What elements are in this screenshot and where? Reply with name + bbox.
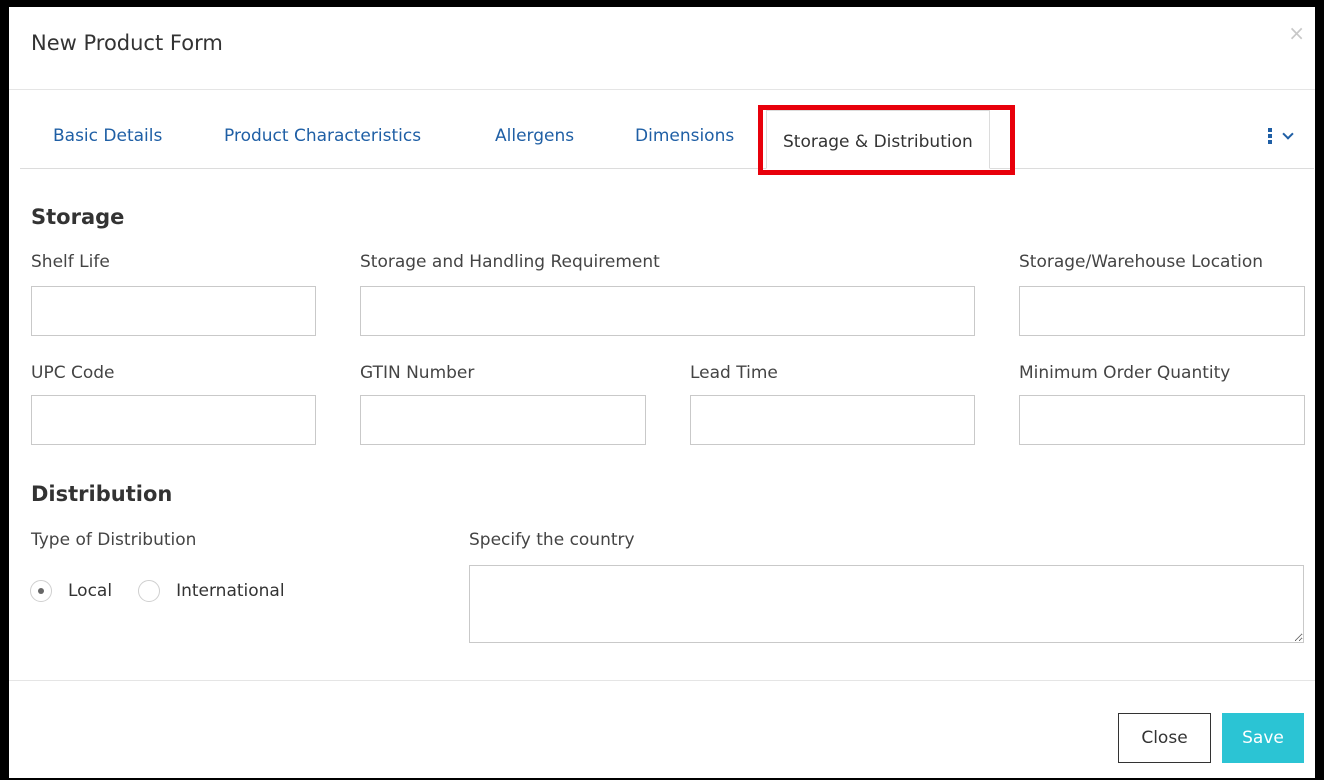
distribution-type-label: Type of Distribution <box>31 530 197 550</box>
warehouse-location-label: Storage/Warehouse Location <box>1019 252 1264 272</box>
dialog-title: New Product Form <box>31 31 223 55</box>
storage-section-title: Storage <box>31 205 125 229</box>
minimum-order-quantity-field[interactable] <box>1019 395 1305 445</box>
tab-basic-details[interactable]: Basic Details <box>53 106 162 168</box>
upc-code-field[interactable] <box>31 395 316 445</box>
dialog-header: New Product Form × <box>9 7 1315 90</box>
local-radio-label: Local <box>68 581 113 601</box>
distribution-section-title: Distribution <box>31 482 173 506</box>
warehouse-location-field[interactable] <box>1019 286 1305 336</box>
tab-bar: Basic Details Product Characteristics Al… <box>20 106 1314 169</box>
lead-time-field[interactable] <box>690 395 975 445</box>
save-button[interactable]: Save <box>1222 713 1304 763</box>
gtin-number-field[interactable] <box>360 395 646 445</box>
tab-allergens[interactable]: Allergens <box>495 106 574 168</box>
international-radio-label: International <box>176 581 285 601</box>
chevron-down-icon <box>1282 128 1294 140</box>
storage-handling-label: Storage and Handling Requirement <box>360 252 660 272</box>
dialog-footer: Close Save <box>9 680 1315 772</box>
specify-country-label: Specify the country <box>469 530 635 550</box>
upc-code-label: UPC Code <box>31 363 115 383</box>
tab-storage-distribution[interactable]: Storage & Distribution <box>766 110 990 169</box>
gtin-number-label: GTIN Number <box>360 363 475 383</box>
specify-country-field[interactable] <box>469 565 1304 643</box>
shelf-life-label: Shelf Life <box>31 252 110 272</box>
tab-product-characteristics[interactable]: Product Characteristics <box>224 106 421 168</box>
shelf-life-field[interactable] <box>31 286 316 336</box>
tab-dimensions[interactable]: Dimensions <box>635 106 734 168</box>
kebab-menu-icon <box>1268 128 1272 144</box>
radio-selected-dot <box>38 588 44 594</box>
minimum-order-quantity-label: Minimum Order Quantity <box>1019 363 1231 383</box>
distribution-type-radio-group: Local International <box>30 580 311 602</box>
local-radio[interactable] <box>30 580 52 602</box>
close-icon[interactable]: × <box>1288 23 1305 43</box>
storage-handling-field[interactable] <box>360 286 975 336</box>
tab-overflow-menu[interactable] <box>1268 128 1294 144</box>
international-radio[interactable] <box>138 580 161 602</box>
lead-time-label: Lead Time <box>690 363 778 383</box>
close-button[interactable]: Close <box>1118 713 1211 763</box>
